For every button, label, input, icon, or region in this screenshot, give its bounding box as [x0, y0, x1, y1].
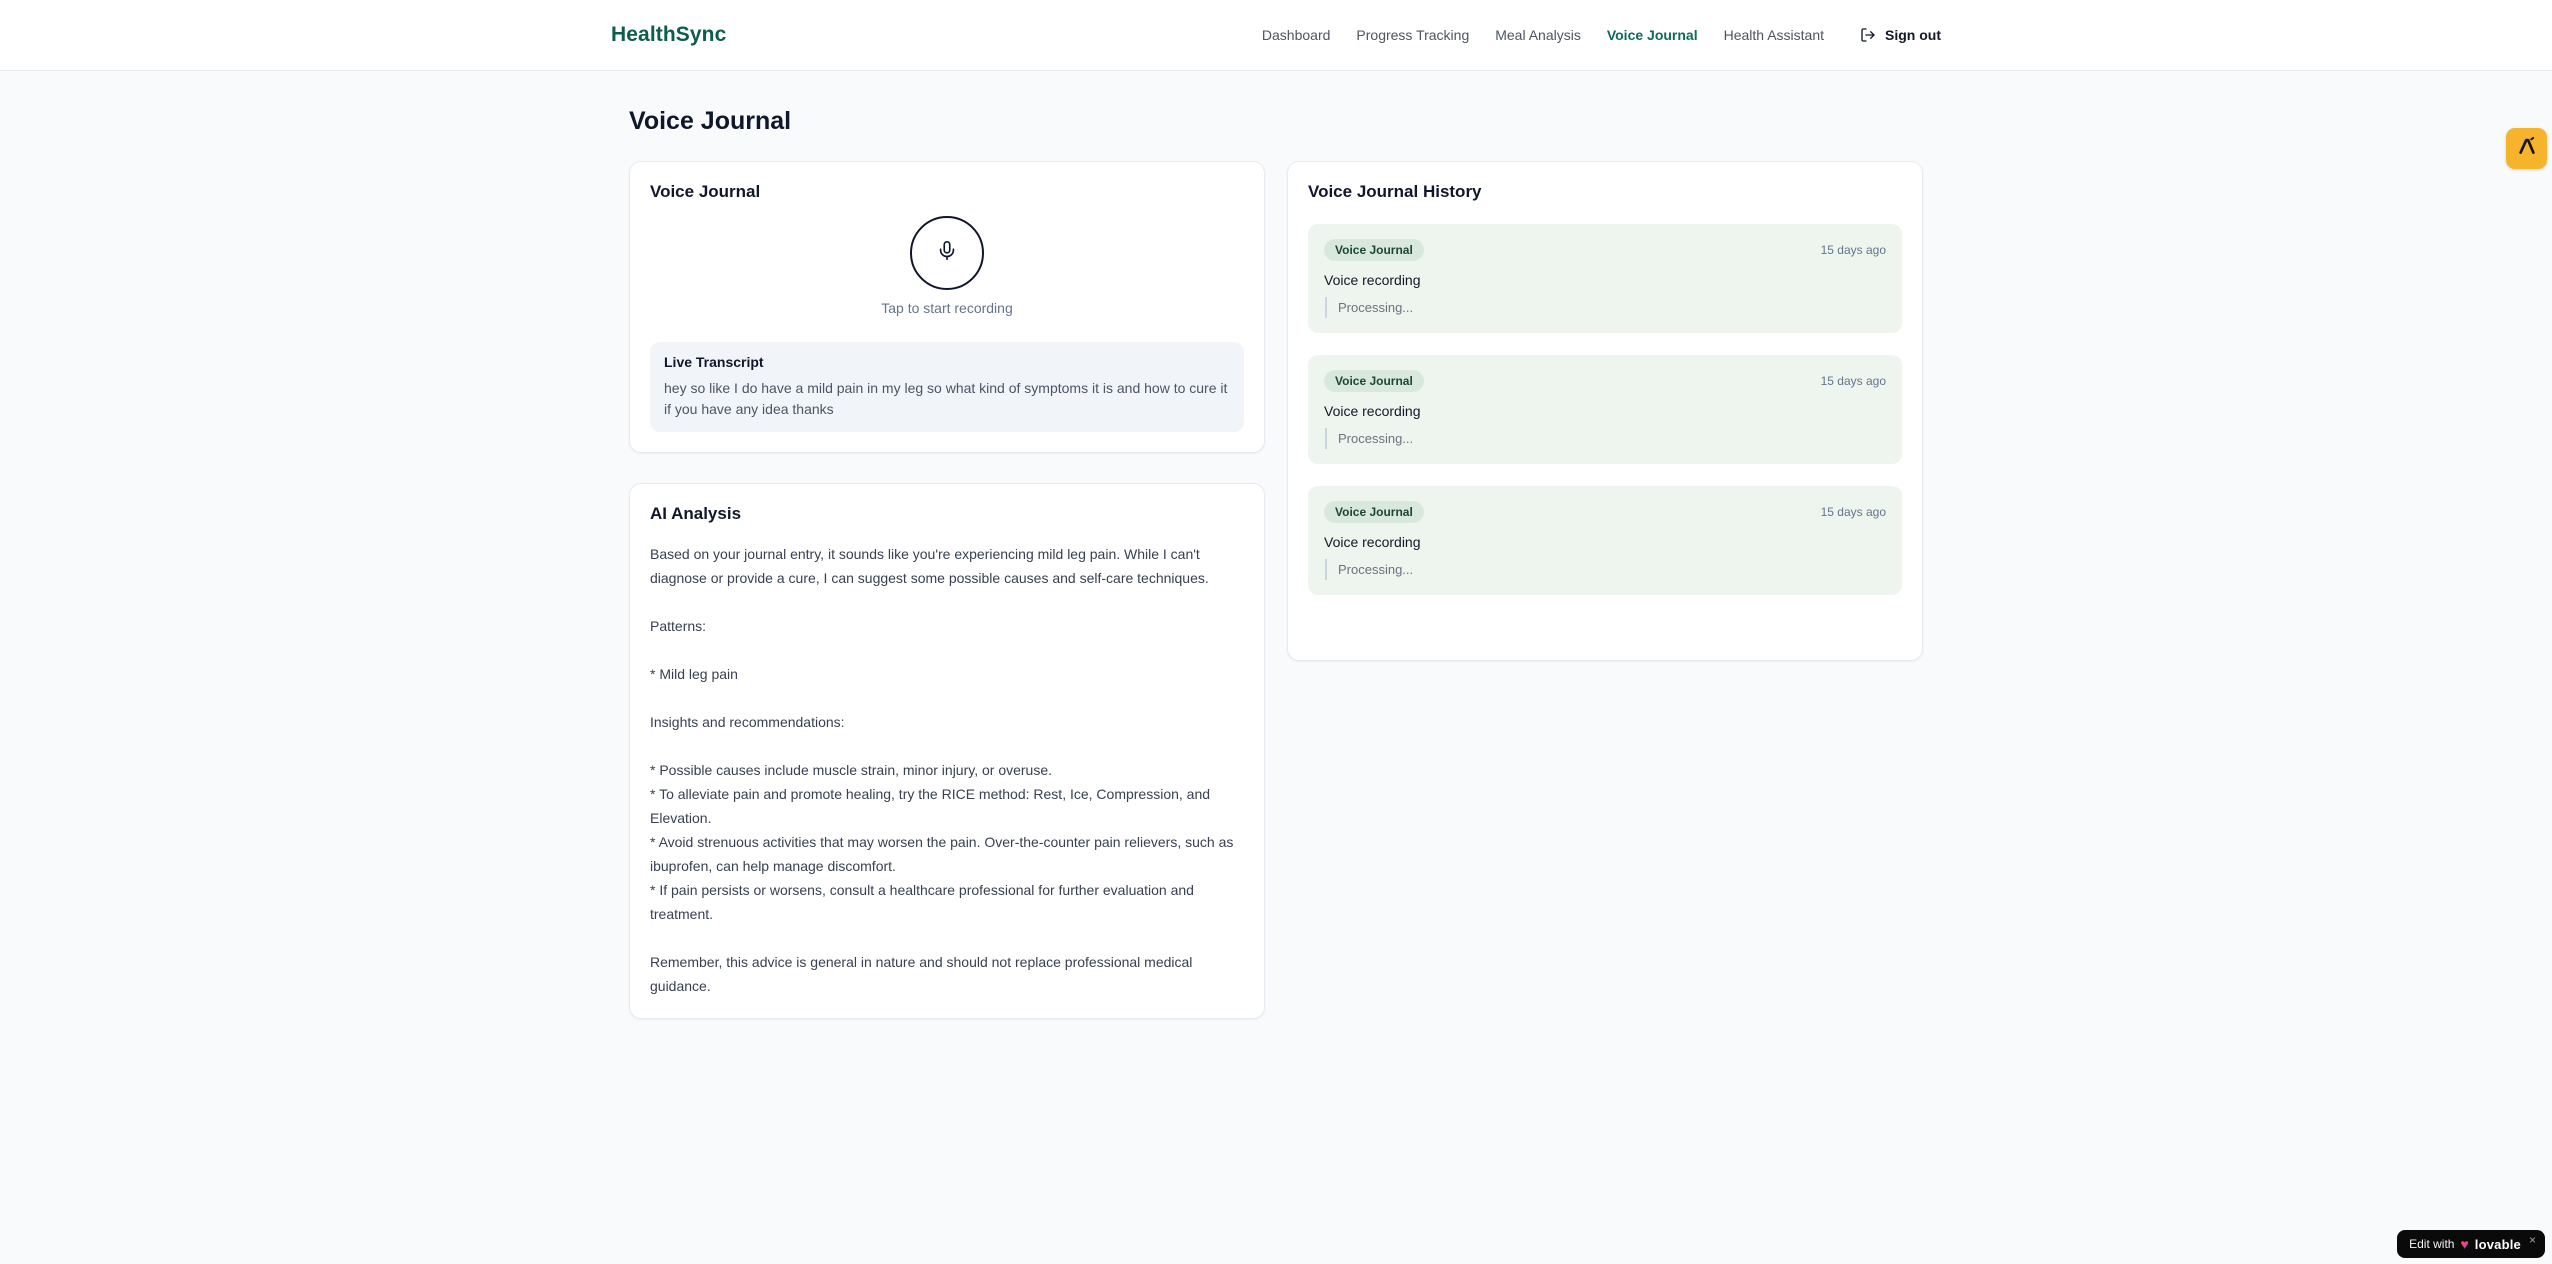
- entry-status: Processing...: [1325, 297, 1886, 318]
- recorder-card-title: Voice Journal: [650, 182, 761, 201]
- live-transcript-title: Live Transcript: [664, 354, 764, 370]
- left-column: Voice Journal Tap to start recording Liv…: [629, 161, 1265, 1019]
- entry-timestamp: 15 days ago: [1820, 505, 1886, 519]
- ai-analysis-body: Based on your journal entry, it sounds l…: [650, 542, 1244, 998]
- right-column: Voice Journal History Voice Journal 15 d…: [1287, 161, 1923, 661]
- entry-type-badge: Voice Journal: [1324, 239, 1424, 261]
- nav-meal-analysis[interactable]: Meal Analysis: [1495, 27, 1581, 43]
- entry-status: Processing...: [1325, 428, 1886, 449]
- nav-progress-tracking[interactable]: Progress Tracking: [1356, 27, 1469, 43]
- history-entry[interactable]: Voice Journal 15 days ago Voice recordin…: [1308, 486, 1902, 595]
- voice-journal-history-card: Voice Journal History Voice Journal 15 d…: [1287, 161, 1923, 661]
- microphone-icon: [936, 238, 958, 269]
- ai-analysis-title: AI Analysis: [650, 504, 742, 523]
- analysis-paragraph: Insights and recommendations:: [650, 714, 845, 730]
- main-nav: Dashboard Progress Tracking Meal Analysi…: [1262, 27, 1941, 43]
- ai-analysis-card: AI Analysis Based on your journal entry,…: [629, 483, 1265, 1019]
- analysis-bullet: * Possible causes include muscle strain,…: [650, 762, 1053, 778]
- page-title: Voice Journal: [629, 107, 792, 135]
- analysis-bullet: * To alleviate pain and promote healing,…: [650, 786, 1211, 826]
- lovable-mark-icon: [2516, 135, 2538, 162]
- side-floating-button[interactable]: [2506, 128, 2547, 169]
- lovable-brand-label: lovable: [2474, 1236, 2521, 1252]
- history-entry[interactable]: Voice Journal 15 days ago Voice recordin…: [1308, 224, 1902, 333]
- history-card-title: Voice Journal History: [1308, 182, 1482, 201]
- close-icon[interactable]: ×: [2529, 1234, 2536, 1246]
- history-entry[interactable]: Voice Journal 15 days ago Voice recordin…: [1308, 355, 1902, 464]
- entry-type-badge: Voice Journal: [1324, 370, 1424, 392]
- tap-to-record-hint: Tap to start recording: [881, 300, 1013, 316]
- live-transcript-box: Live Transcript hey so like I do have a …: [650, 342, 1244, 432]
- analysis-paragraph: Patterns:: [650, 618, 707, 634]
- sign-out-button[interactable]: Sign out: [1860, 27, 1941, 43]
- sign-out-label: Sign out: [1885, 27, 1941, 43]
- app-logo[interactable]: HealthSync: [611, 23, 726, 47]
- entry-timestamp: 15 days ago: [1820, 374, 1886, 388]
- logout-icon: [1860, 27, 1876, 43]
- live-transcript-text: hey so like I do have a mild pain in my …: [664, 380, 1228, 417]
- analysis-bullet: * Avoid strenuous activities that may wo…: [650, 834, 1234, 874]
- entry-label: Voice recording: [1324, 403, 1421, 419]
- entry-status: Processing...: [1325, 559, 1886, 580]
- voice-recorder-card: Voice Journal Tap to start recording Liv…: [629, 161, 1265, 453]
- entry-timestamp: 15 days ago: [1820, 243, 1886, 257]
- main-content: Voice Journal Voice Journal Tap to start…: [629, 107, 1923, 1019]
- analysis-paragraph: * Mild leg pain: [650, 666, 738, 682]
- nav-voice-journal[interactable]: Voice Journal: [1607, 27, 1698, 43]
- entry-type-badge: Voice Journal: [1324, 501, 1424, 523]
- nav-dashboard[interactable]: Dashboard: [1262, 27, 1331, 43]
- app-header: HealthSync Dashboard Progress Tracking M…: [0, 0, 2552, 71]
- heart-icon: ♥: [2460, 1236, 2469, 1252]
- entry-label: Voice recording: [1324, 272, 1421, 288]
- nav-health-assistant[interactable]: Health Assistant: [1724, 27, 1824, 43]
- analysis-paragraph: Remember, this advice is general in natu…: [650, 954, 1193, 994]
- entry-label: Voice recording: [1324, 534, 1421, 550]
- edit-with-lovable-badge[interactable]: Edit with ♥ lovable ×: [2397, 1230, 2545, 1258]
- analysis-paragraph: Based on your journal entry, it sounds l…: [650, 546, 1209, 586]
- edit-with-label: Edit with: [2409, 1237, 2455, 1251]
- record-button[interactable]: [910, 216, 984, 290]
- analysis-bullet: * If pain persists or worsens, consult a…: [650, 882, 1194, 922]
